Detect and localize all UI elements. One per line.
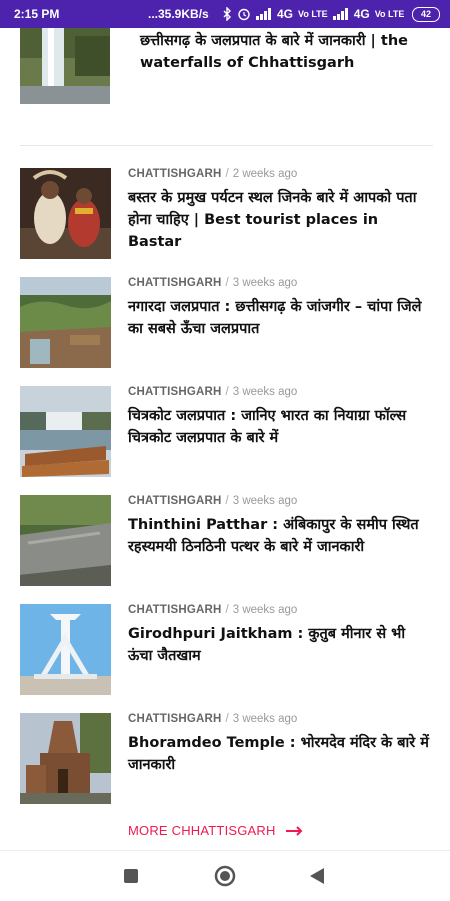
divider (20, 145, 433, 146)
article-title[interactable]: Thinthini Patthar : अंबिकापुर के समीप स्… (128, 514, 431, 558)
more-category-link[interactable]: MORE CHHATTISGARH (128, 823, 304, 838)
category-label[interactable]: CHATTISHGARH (128, 713, 222, 725)
article-meta: CHATTISHGARH/3 weeks ago (128, 386, 298, 398)
article-thumbnail[interactable] (20, 28, 110, 104)
article-thumbnail[interactable] (20, 713, 111, 804)
article-meta: CHATTISHGARH/3 weeks ago (128, 495, 298, 507)
article-meta: CHATTISHGARH/2 weeks ago (128, 168, 298, 180)
article-meta: CHATTISHGARH/3 weeks ago (128, 604, 298, 616)
category-label[interactable]: CHATTISHGARH (128, 604, 222, 616)
article-item[interactable]: CHATTISHGARH/3 weeks ago Thinthini Patth… (20, 495, 435, 587)
article-title[interactable]: नगारदा जलप्रपात : छत्तीसगढ़ के जांजगीर –… (128, 296, 431, 340)
status-icons: 4G Vo LTE 4G Vo LTE (222, 5, 404, 23)
article-thumbnail[interactable] (20, 168, 111, 259)
volte-badge-right: Vo LTE (374, 9, 405, 19)
home-circle-icon[interactable] (214, 865, 236, 887)
article-time: 3 weeks ago (232, 495, 298, 507)
recents-square-icon[interactable] (124, 869, 138, 883)
alarm-icon (238, 8, 250, 21)
article-item[interactable]: CHATTISHGARH/3 weeks ago चित्रकोट जलप्रप… (20, 386, 435, 478)
article-time: 2 weeks ago (232, 168, 298, 180)
category-label[interactable]: CHATTISHGARH (128, 386, 222, 398)
article-time: 3 weeks ago (232, 713, 298, 725)
article-thumbnail[interactable] (20, 277, 111, 368)
category-label[interactable]: CHATTISHGARH (128, 168, 222, 180)
network-type-right: 4G (353, 7, 370, 21)
article-title[interactable]: Bhoramdeo Temple : भोरमदेव मंदिर के बारे… (128, 732, 431, 776)
article-item[interactable]: CHATTISHGARH/3 weeks ago नगारदा जलप्रपात… (20, 277, 435, 369)
system-nav-bar (0, 850, 450, 901)
battery-level: 42 (420, 9, 431, 19)
article-item[interactable]: CHATTISHGARH/2 weeks ago बस्तर के प्रमुख… (20, 168, 435, 260)
battery-icon: 42 (412, 7, 440, 22)
article-thumbnail[interactable] (20, 386, 111, 477)
article-time: 3 weeks ago (232, 277, 298, 289)
signal-icon (256, 8, 271, 20)
article-item[interactable]: CHATTISHGARH/3 weeks ago Bhoramdeo Templ… (20, 713, 435, 805)
back-triangle-icon[interactable] (310, 868, 324, 884)
status-bar: 2:15 PM ...35.9KB/s 4G Vo LTE 4G Vo LTE … (0, 0, 450, 28)
status-time: 2:15 PM (14, 7, 60, 21)
arrow-right-icon (285, 825, 303, 836)
bluetooth-icon (223, 7, 231, 21)
category-label[interactable]: CHATTISHGARH (128, 277, 222, 289)
network-speed: ...35.9KB/s (148, 7, 209, 21)
article-item[interactable]: CHATTISHGARH/3 weeks ago Girodhpuri Jait… (20, 604, 435, 696)
volte-badge-left: Vo LTE (298, 9, 328, 19)
article-meta: CHATTISHGARH/3 weeks ago (128, 713, 298, 725)
more-link-label[interactable]: MORE CHHATTISGARH (128, 823, 276, 838)
article-feed[interactable]: छत्तीसगढ़ के जलप्रपात के बारे में जानकार… (0, 28, 450, 850)
article-item-top[interactable]: छत्तीसगढ़ के जलप्रपात के बारे में जानकार… (20, 28, 435, 104)
article-thumbnail[interactable] (20, 495, 111, 586)
network-type-left: 4G (277, 7, 294, 21)
article-time: 3 weeks ago (232, 386, 298, 398)
article-time: 3 weeks ago (232, 604, 298, 616)
article-meta: CHATTISHGARH/3 weeks ago (128, 277, 298, 289)
article-title[interactable]: छत्तीसगढ़ के जलप्रपात के बारे में जानकार… (140, 30, 432, 74)
article-title[interactable]: बस्तर के प्रमुख पर्यटन स्थल जिनके बारे म… (128, 187, 431, 253)
article-thumbnail[interactable] (20, 604, 111, 695)
article-title[interactable]: Girodhpuri Jaitkham : कुतुब मीनार से भी … (128, 623, 431, 667)
article-title[interactable]: चित्रकोट जलप्रपात : जानिए भारत का नियाग्… (128, 405, 431, 449)
signal-icon-2 (332, 8, 348, 20)
category-label[interactable]: CHATTISHGARH (128, 495, 222, 507)
